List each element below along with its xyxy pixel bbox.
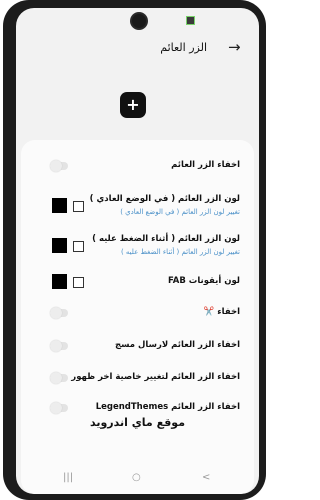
hide-fab-legendthemes-toggle[interactable]: [50, 402, 68, 414]
toggle-knob: [50, 307, 62, 319]
screen: → الزر العائم + اخفاء الزر العائم لون ال…: [16, 8, 259, 494]
front-camera: [132, 14, 146, 28]
toggle-knob: [50, 340, 62, 352]
toggle-knob: [50, 160, 62, 172]
system-navbar: ||| ○ <: [16, 466, 259, 494]
setting-description: تغيير لون الزر العائم ( أثناء الضغط عليه…: [120, 248, 240, 256]
setting-label: لون الزر العائم ( في الوضع العادي ): [89, 194, 240, 204]
setting-label: لون أيقونات FAB: [167, 276, 240, 286]
phone-frame: → الزر العائم + اخفاء الزر العائم لون ال…: [3, 0, 266, 500]
setting-label: اخفاء الزر العائم لتغيير خاصية اخر ظهور: [71, 372, 240, 382]
watermark-text: موقع ماي اندرويد: [89, 416, 185, 429]
toggle-knob: [50, 372, 62, 384]
nav-back-icon[interactable]: <: [202, 472, 210, 483]
color-swatch[interactable]: [52, 238, 67, 253]
settings-card: اخفاء الزر العائم لون الزر العائم ( في ا…: [21, 140, 254, 494]
home-icon[interactable]: ○: [132, 472, 141, 483]
status-indicator-icon: [186, 16, 195, 25]
hide-fab-toggle[interactable]: [50, 160, 68, 172]
floating-action-button[interactable]: +: [120, 92, 146, 118]
setting-label: لون الزر العائم ( أثناء الضغط عليه ): [92, 234, 240, 244]
recents-icon[interactable]: |||: [63, 472, 73, 483]
setting-label: اخفاء ✂️: [203, 307, 240, 317]
color-swatch[interactable]: [52, 274, 67, 289]
back-arrow-icon[interactable]: →: [228, 40, 241, 55]
page-title: الزر العائم: [160, 41, 207, 54]
toggle-knob: [50, 402, 62, 414]
hide-scissors-toggle[interactable]: [50, 307, 68, 319]
setting-label: اخفاء الزر العائم لارسال مسج: [115, 340, 240, 350]
setting-label: اخفاء الزر العائم LegendThemes: [95, 402, 240, 412]
setting-description: تغيير لون الزر العائم ( في الوضع العادي …: [120, 208, 240, 216]
setting-label: اخفاء الزر العائم: [171, 160, 240, 170]
color-checkbox[interactable]: [73, 241, 84, 252]
color-checkbox[interactable]: [73, 201, 84, 212]
color-checkbox[interactable]: [73, 277, 84, 288]
color-swatch[interactable]: [52, 198, 67, 213]
hide-fab-last-seen-toggle[interactable]: [50, 372, 68, 384]
hide-fab-broadcast-toggle[interactable]: [50, 340, 68, 352]
